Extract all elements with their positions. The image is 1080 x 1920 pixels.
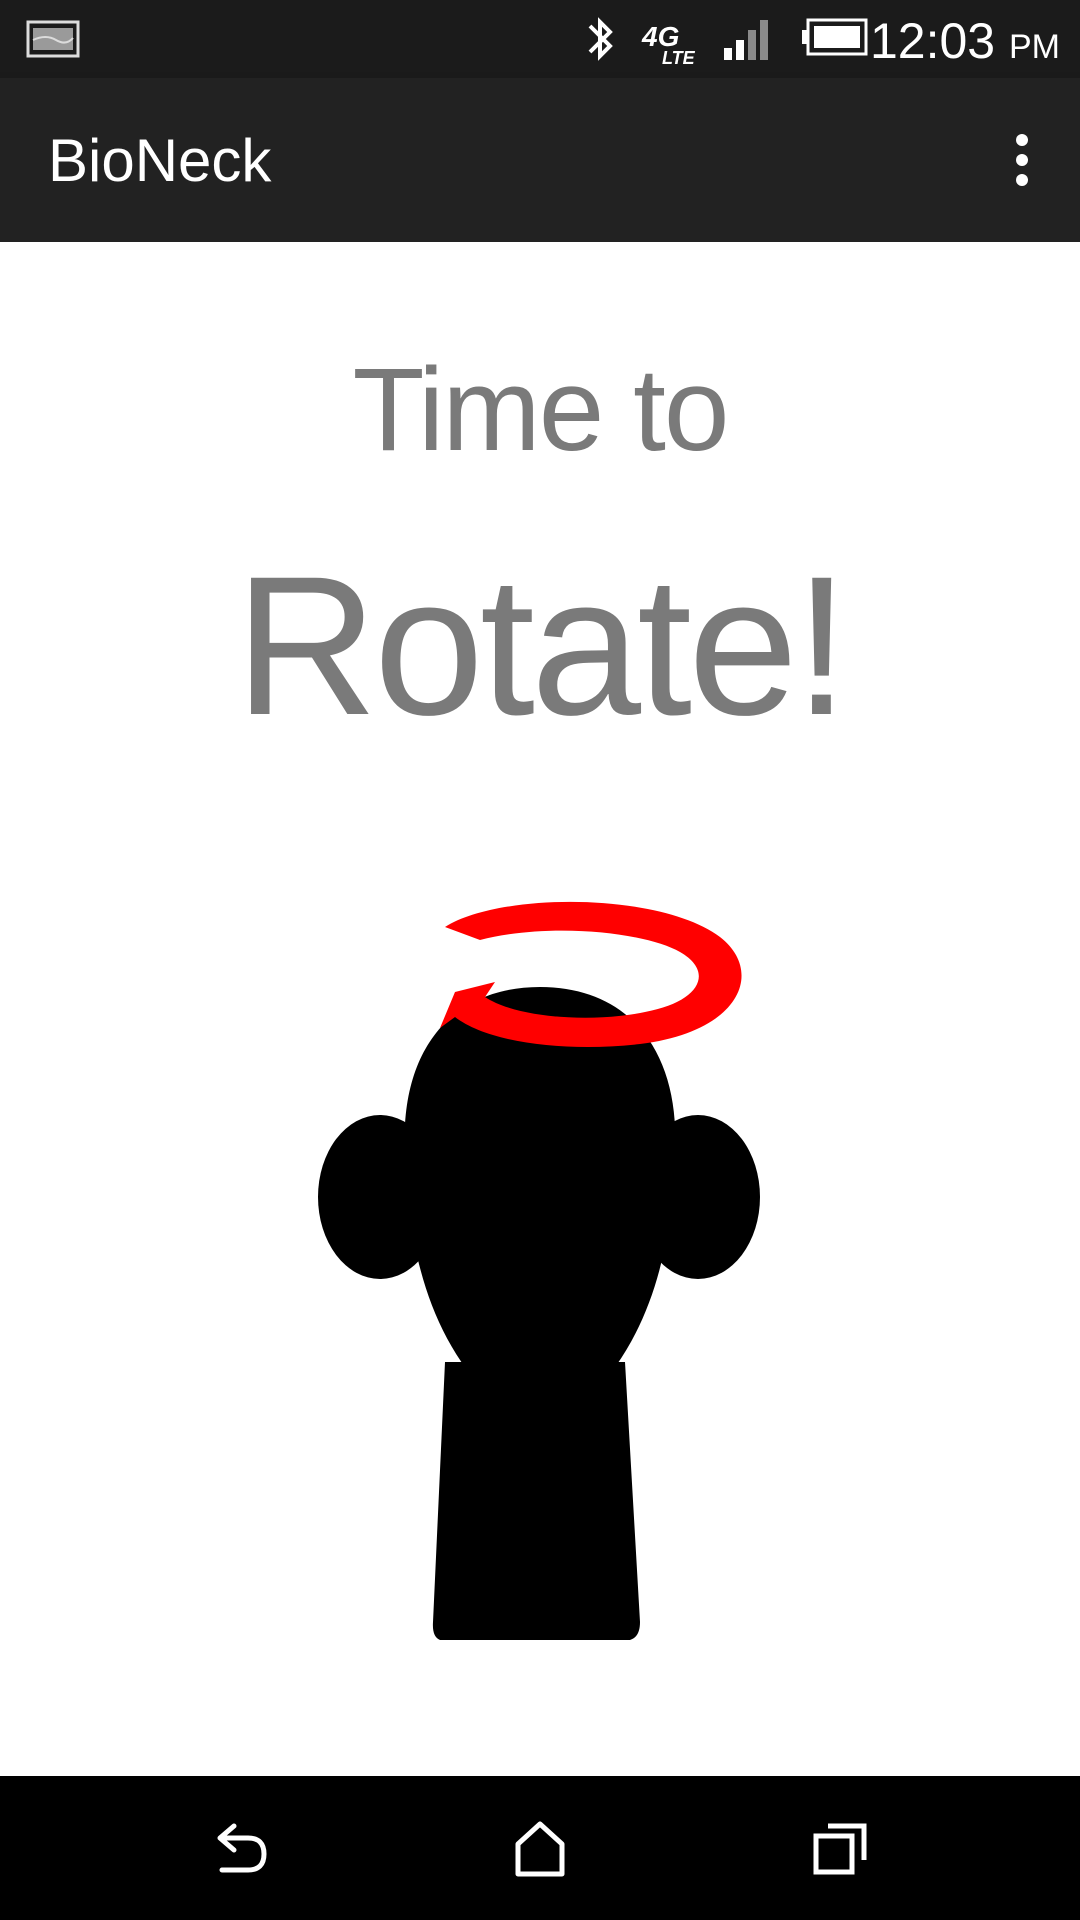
- recent-apps-icon[interactable]: [800, 1808, 880, 1888]
- status-clock: 12:03 PM: [870, 12, 1060, 70]
- battery-icon: [802, 18, 868, 56]
- clock-ampm: PM: [1009, 28, 1060, 66]
- notification-image-icon: [26, 20, 80, 58]
- signal-icon: [724, 20, 768, 60]
- bluetooth-icon: [588, 17, 613, 61]
- heading-time-to: Time to: [352, 344, 729, 476]
- clock-time: 12:03: [869, 13, 996, 69]
- svg-text:LTE: LTE: [662, 48, 696, 68]
- app-title: BioNeck: [48, 127, 272, 194]
- back-icon[interactable]: [200, 1808, 280, 1888]
- main-content: Time to Rotate!: [0, 242, 1080, 1776]
- head-rotate-icon: [318, 901, 760, 1640]
- navigation-bar: [0, 1776, 1080, 1920]
- overflow-menu-icon[interactable]: [994, 130, 1050, 190]
- home-icon[interactable]: [500, 1808, 580, 1888]
- 4g-lte-icon: 4G LTE: [641, 21, 696, 68]
- status-bar: 4G LTE 12:03 PM: [0, 0, 1080, 78]
- app-bar: BioNeck: [0, 78, 1080, 242]
- heading-rotate: Rotate!: [234, 535, 849, 756]
